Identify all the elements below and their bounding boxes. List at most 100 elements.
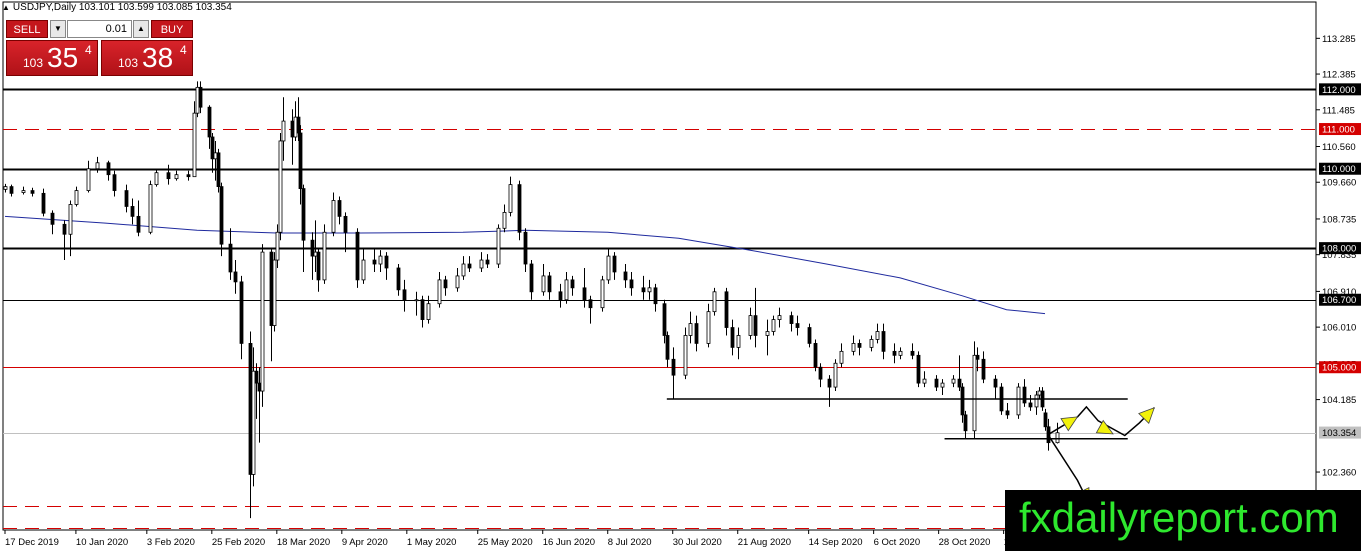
sell-button[interactable]: SELL [6,20,48,38]
x-tick-label: 18 Mar 2020 [277,537,330,548]
bear-candle-body [396,267,401,291]
bear-candle-body [41,192,46,214]
bear-candle-body [582,287,587,301]
bull-candle-body [951,378,956,384]
level-label: 108.000 [1319,242,1361,255]
level-label: 111.000 [1319,123,1361,136]
bull-candle-body [251,370,256,475]
bull-candle-body [869,339,874,348]
candle [355,228,360,288]
bull-candle-body [1034,394,1039,408]
bull-candle-body [86,168,91,191]
lot-size-input[interactable]: 0.01 [67,20,132,38]
bull-candle-body [922,378,927,384]
bear-candle-body [298,132,303,189]
buy-price-fraction: 4 [180,43,187,57]
buy-price-prefix: 103 [118,56,139,70]
bear-candle-body [207,106,212,138]
bear-candle-body [1022,386,1027,404]
bear-candle-body [892,350,897,356]
one-click-trade-panel: SELL ▼ 0.01 ▲ BUY 103 35 4 103 38 4 [6,20,193,76]
bear-candle-body [916,354,921,384]
watermark-logo: fxdailyreport.com [1005,490,1361,551]
bull-candle-body [3,186,8,190]
bear-candle-body [612,255,617,273]
buy-price-button[interactable]: 103 38 4 [101,40,193,76]
bull-candle-body [1037,390,1042,396]
bull-candle-body [972,354,977,432]
candle [322,224,327,284]
collapse-triangle-icon[interactable]: ▲ [2,3,10,12]
bear-candle-body [857,343,862,348]
candle [916,351,921,388]
bear-candle-body [960,386,965,416]
level-label-text: 111.000 [1322,125,1355,136]
level-label-text: 112.000 [1322,85,1356,96]
bear-candle-body [355,231,360,281]
x-tick-label: 8 Jul 2020 [608,537,652,548]
bear-candle-body [623,271,628,281]
x-tick-label: 1 May 2020 [407,537,457,548]
bull-candle-body [688,323,693,336]
bear-candle-body [975,354,980,360]
bear-candle-body [210,136,215,160]
bear-candle-body [219,186,224,245]
bull-candle-body [940,382,945,388]
bear-candle-body [30,190,35,194]
level-label-text: 106.700 [1322,295,1356,306]
bull-candle-body [275,231,280,261]
candle [600,275,605,312]
chart-title: USDJPY,Daily 103.101 103.599 103.085 103… [12,2,232,13]
x-tick-label: 28 Oct 2020 [939,537,991,548]
candle [260,244,265,407]
bull-candle-body [21,190,26,193]
candle [683,327,688,380]
bear-candle-body [753,315,758,336]
bull-candle-body [479,259,484,269]
bull-candle-body [461,263,466,277]
sell-price-button[interactable]: 103 35 4 [6,40,98,76]
bear-candle-body [124,190,129,207]
watermark-text: fxdailyreport.com [1019,494,1339,541]
bear-candle-body [228,243,233,273]
bear-candle-body [402,289,407,301]
bear-candle-body [910,350,915,356]
bull-candle-body [426,303,431,320]
bull-candle-body [437,279,442,305]
candle [272,252,277,332]
bull-candle-body [260,251,265,392]
bear-candle-body [269,251,274,326]
bull-candle-body [361,259,366,281]
bear-candle-body [570,279,575,289]
bear-candle-body [216,152,221,188]
lot-increase-arrow-icon[interactable]: ▲ [133,20,149,38]
lot-decrease-arrow-icon[interactable]: ▼ [50,20,66,38]
level-label: 106.700 [1319,293,1361,306]
bull-candle-body [508,184,513,213]
bull-candle-body [765,331,770,336]
x-tick-label: 10 Jan 2020 [76,537,128,548]
bear-candle-body [827,378,832,388]
bear-candle-body [724,291,729,328]
bear-candle-body [807,327,812,344]
candle [813,339,818,372]
x-tick-label: 25 Feb 2020 [212,537,265,548]
y-tick-label: 110.560 [1322,142,1356,153]
candle [972,341,977,439]
bear-candle-body [384,255,389,269]
price-chart[interactable]: 113.285 112.385 111.485 110.560 109.660 108.7… [0,0,1362,553]
current-price-label-text: 103.354 [1322,428,1356,439]
bear-candle-body [343,215,348,233]
bull-candle-body [293,116,298,138]
buy-button[interactable]: BUY [151,20,193,38]
bear-candle-body [517,184,522,233]
bear-candle-body [694,323,699,344]
y-axis: 113.285 112.385 111.485 110.560 109.660 108.7… [1316,34,1356,479]
bull-candle-body [1016,386,1021,416]
bear-candle-body [485,259,490,265]
bull-candle-body [771,319,776,332]
bull-candle-body [148,184,153,233]
candle [1016,383,1021,419]
bear-candle-body [547,275,552,293]
bear-candle-body [662,303,667,336]
